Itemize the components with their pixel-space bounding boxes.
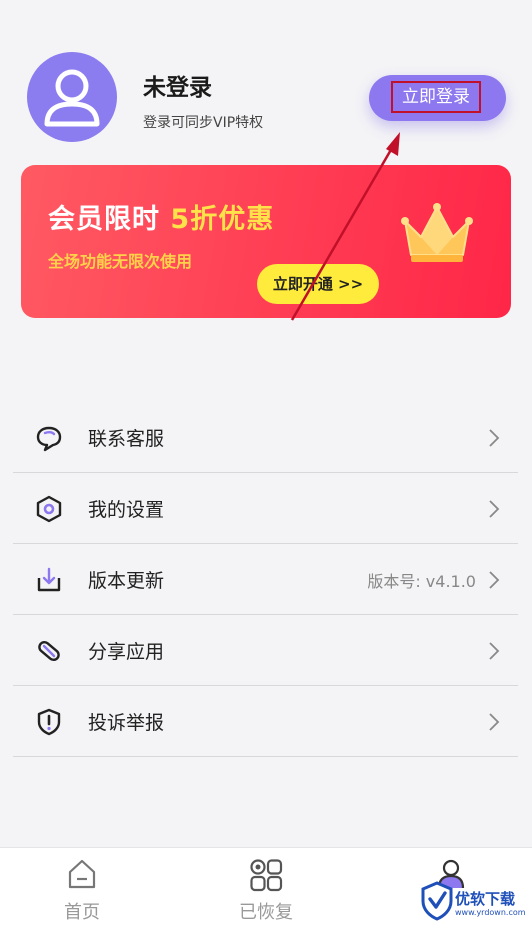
shield-alert-icon: [37, 708, 61, 736]
download-icon: [37, 567, 61, 592]
watermark-text: 优软下载: [455, 890, 516, 908]
tab-home[interactable]: 首页: [17, 848, 147, 926]
avatar[interactable]: [27, 52, 117, 142]
home-icon: [68, 859, 96, 889]
tab-label: 首页: [64, 902, 100, 923]
chevron-right-icon: [489, 500, 500, 518]
banner-title-highlight: 5折优惠: [170, 204, 275, 235]
chat-bubble-icon: [36, 426, 62, 452]
tab-label: 已恢复: [239, 902, 293, 923]
version-number: 版本号: v4.1.0: [367, 572, 476, 591]
hexagon-settings-icon: [36, 495, 62, 523]
login-button[interactable]: 立即登录: [369, 75, 506, 121]
vip-banner[interactable]: 会员限时 5折优惠 全场功能无限次使用 立即开通 >>: [21, 165, 511, 318]
watermark-url: www.yrdown.com: [455, 908, 526, 917]
grid-icon: [250, 859, 283, 892]
chevron-right-icon: [489, 713, 500, 731]
menu-item-share-app[interactable]: 分享应用: [13, 615, 518, 686]
chevron-right-icon: [489, 429, 500, 447]
menu-item-version-update[interactable]: 版本更新 版本号: v4.1.0: [13, 544, 518, 615]
profile-header: 未登录 登录可同步VIP特权 立即登录: [0, 0, 532, 160]
link-icon: [38, 640, 60, 662]
profile-subtitle: 登录可同步VIP特权: [143, 115, 264, 131]
tab-recovered[interactable]: 已恢复: [201, 848, 331, 926]
menu-item-label: 版本更新: [88, 570, 165, 592]
settings-menu: 联系客服 我的设置 版本更新 版本号: v4.1.0 分享应用 投诉举报: [13, 402, 518, 757]
menu-item-label: 我的设置: [88, 499, 165, 521]
menu-item-label: 联系客服: [88, 428, 165, 450]
banner-title: 会员限时 5折优惠: [48, 197, 274, 236]
chevron-right-icon: [489, 642, 500, 660]
crown-icon: [401, 203, 473, 262]
login-button-label: 立即登录: [391, 81, 481, 113]
banner-subtitle: 全场功能无限次使用: [48, 252, 193, 271]
site-watermark: 优软下载 www.yrdown.com: [420, 855, 532, 925]
activate-vip-button[interactable]: 立即开通 >>: [257, 264, 379, 304]
banner-title-prefix: 会员限时: [48, 204, 160, 235]
username: 未登录: [143, 75, 212, 101]
menu-item-label: 分享应用: [88, 641, 165, 663]
menu-item-my-settings[interactable]: 我的设置: [13, 473, 518, 544]
shield-logo-icon: [421, 881, 453, 921]
user-silhouette-icon: [44, 69, 100, 127]
menu-item-contact-support[interactable]: 联系客服: [13, 402, 518, 473]
menu-item-label: 投诉举报: [88, 712, 165, 734]
menu-item-report[interactable]: 投诉举报: [13, 686, 518, 757]
chevron-right-icon: [489, 571, 500, 589]
